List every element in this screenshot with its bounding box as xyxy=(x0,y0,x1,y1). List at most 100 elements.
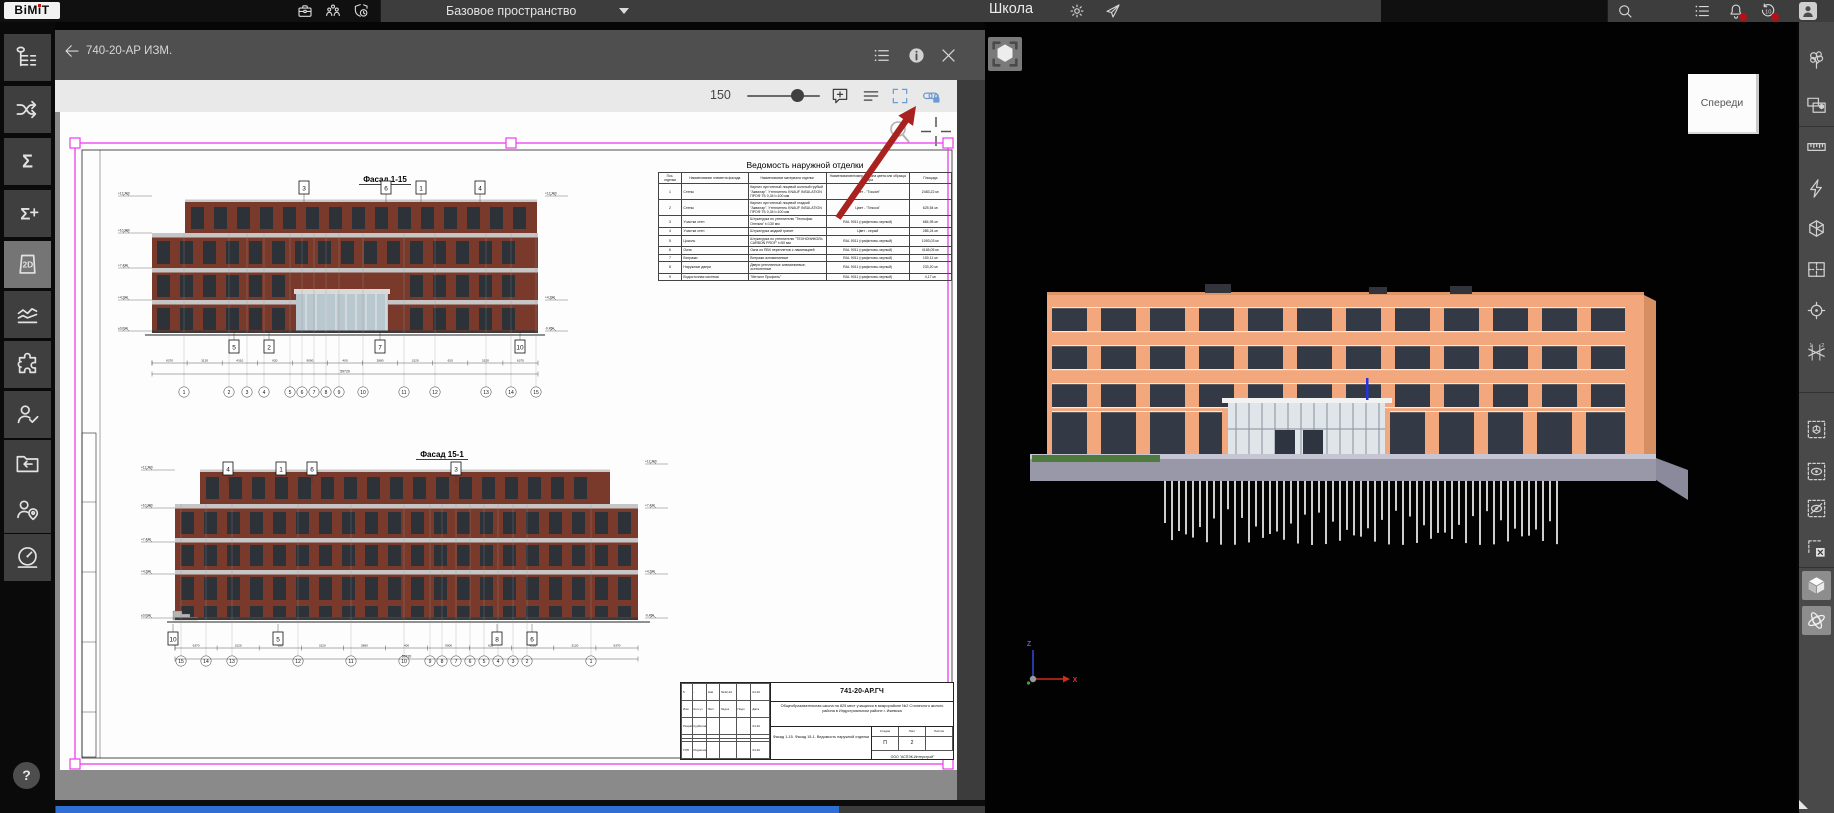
table-row: 8Наружные двериДвери утепленные алюминие… xyxy=(659,262,952,274)
sidebar-item-2d-documents[interactable]: 2D xyxy=(4,241,51,288)
tool-hide[interactable] xyxy=(1802,494,1831,523)
search-icon[interactable] xyxy=(1616,2,1634,20)
workspace-selector[interactable]: Базовое пространство xyxy=(446,4,576,18)
axis-bubble: 8 xyxy=(325,390,328,396)
facade-marker: 5 xyxy=(276,636,280,643)
svg-text:+7,420: +7,420 xyxy=(141,537,151,541)
svg-text:6370: 6370 xyxy=(614,644,621,648)
layers-list-icon[interactable] xyxy=(861,86,881,106)
sidebar-item-dashboard[interactable] xyxy=(4,534,51,581)
fit-view-icon[interactable] xyxy=(890,86,910,106)
axis-gizmo: ZX xyxy=(1027,641,1078,685)
axis-bubble: 9 xyxy=(429,659,432,665)
sidebar-item-totals-add[interactable]: Σ xyxy=(4,190,51,237)
tool-orbit[interactable] xyxy=(1802,606,1831,635)
svg-text:3120: 3120 xyxy=(571,644,578,648)
tool-model-view[interactable] xyxy=(1802,571,1831,600)
share-icon[interactable] xyxy=(1104,2,1122,20)
table-row: 5ЦокольШтукатурка по утеплителю "ТЕХНОНИ… xyxy=(659,235,952,247)
sheet-list-icon[interactable] xyxy=(872,46,891,65)
shield-icon[interactable] xyxy=(352,2,370,20)
facade-marker: 1 xyxy=(419,185,423,192)
zoom-slider-thumb[interactable] xyxy=(791,89,804,102)
back-icon[interactable] xyxy=(63,42,81,60)
svg-text:Σ: Σ xyxy=(22,152,33,172)
bell-icon[interactable] xyxy=(1727,2,1745,20)
sidebar-separator xyxy=(1799,392,1834,393)
selection-handle[interactable] xyxy=(943,138,953,148)
global-actions: 10 xyxy=(1607,0,1834,22)
tool-isolate[interactable] xyxy=(1802,415,1831,444)
axis-bubble: 12 xyxy=(432,390,438,396)
building-model[interactable]: ZX xyxy=(985,22,1797,813)
facade-marker: 5 xyxy=(232,344,236,351)
selection-handle[interactable] xyxy=(506,138,516,148)
view-cube[interactable]: Спереди xyxy=(1688,74,1759,134)
selection-handle[interactable] xyxy=(943,759,953,769)
zoom-slider[interactable] xyxy=(747,95,820,97)
sidebar-item-plugins[interactable] xyxy=(4,341,51,388)
workspace-bar: Базовое пространство Школа xyxy=(380,0,1381,22)
facade-marker: 4 xyxy=(478,185,482,192)
sidebar-item-links[interactable] xyxy=(4,86,51,133)
drawing-canvas[interactable]: Фасад 1-15123456789101112131415637031204… xyxy=(55,112,957,800)
list-icon[interactable] xyxy=(1693,2,1711,20)
briefcase-icon[interactable] xyxy=(296,2,314,20)
svg-text:400: 400 xyxy=(342,359,347,363)
axis-bubble: 12 xyxy=(295,659,301,665)
sidebar-item-structure[interactable] xyxy=(4,34,51,81)
profile-icon[interactable] xyxy=(1799,2,1817,20)
axis-bubble: 9 xyxy=(338,390,341,396)
facade-marker: 3 xyxy=(302,185,306,192)
tool-floor-plan[interactable] xyxy=(1802,255,1831,284)
tool-model-tree[interactable] xyxy=(1802,45,1831,74)
help-button[interactable]: ? xyxy=(13,762,40,789)
tool-capture-selection[interactable] xyxy=(1802,91,1831,120)
chevron-down-icon[interactable] xyxy=(619,8,629,14)
sum-icon: Σ xyxy=(14,148,41,175)
link-lock-icon[interactable] xyxy=(919,86,945,106)
table-header: Наименование/номер эталона цвета или обр… xyxy=(826,173,909,184)
tool-clash[interactable] xyxy=(1802,174,1831,203)
svg-text:3120: 3120 xyxy=(412,359,419,363)
axis-bubble: 10 xyxy=(360,390,366,396)
orbit-icon xyxy=(1805,609,1828,632)
project-description: Общеобразовательная школа на 825 мест уч… xyxy=(771,702,953,727)
tool-locate[interactable] xyxy=(1802,296,1831,325)
svg-text:4310: 4310 xyxy=(236,359,243,363)
sidebar-item-approvals[interactable] xyxy=(4,391,51,438)
sidebar-item-user-location[interactable] xyxy=(4,486,51,533)
axis-bubble: 15 xyxy=(178,659,184,665)
add-comment-icon[interactable] xyxy=(830,86,850,106)
facade-marker: 2 xyxy=(267,344,271,351)
tool-measure[interactable] xyxy=(1802,132,1831,161)
team-icon[interactable] xyxy=(324,2,342,20)
axis-bubble: 14 xyxy=(203,659,209,665)
sidebar-item-totals[interactable]: Σ xyxy=(4,138,51,185)
selection-handle[interactable] xyxy=(70,138,80,148)
info-icon[interactable] xyxy=(907,46,926,65)
resize-handle[interactable] xyxy=(1799,800,1808,809)
gear-icon[interactable] xyxy=(1068,2,1086,20)
close-icon[interactable] xyxy=(939,46,958,65)
tool-grids-axes[interactable]: 12 xyxy=(1802,338,1831,367)
sidebar-item-charts[interactable] xyxy=(4,291,51,338)
tool-show[interactable] xyxy=(1802,457,1831,486)
axis-bubble: 8 xyxy=(441,659,444,665)
cube-icon xyxy=(1805,574,1828,597)
app-logo[interactable]: BiMiT xyxy=(4,2,60,19)
tool-clear-selection[interactable] xyxy=(1802,534,1831,563)
tool-section-box[interactable] xyxy=(1802,214,1831,243)
history-icon[interactable]: 10 xyxy=(1759,2,1777,20)
sidebar-item-shared-folder[interactable] xyxy=(4,440,51,487)
selection-handle[interactable] xyxy=(70,759,80,769)
model-viewport[interactable]: ZX Спереди xyxy=(985,22,1797,813)
horizontal-scrollbar[interactable] xyxy=(56,806,839,813)
facade-marker: 10 xyxy=(169,636,177,643)
table-header: Площадь xyxy=(909,173,951,184)
table-row: 9Водосточная система"Металл Профиль"RAL … xyxy=(659,273,952,280)
top-bar: BiMiT Базовое пространство Школа 10 xyxy=(0,0,1834,22)
puzzle-icon xyxy=(14,351,41,378)
svg-text:+7,420: +7,420 xyxy=(118,263,128,267)
svg-text:±0,000: ±0,000 xyxy=(141,613,151,617)
